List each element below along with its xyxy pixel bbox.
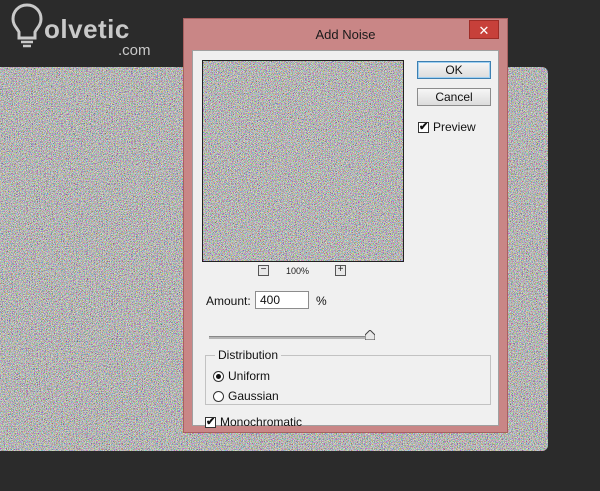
zoom-in-button[interactable]: + (335, 265, 346, 276)
cancel-button[interactable]: Cancel (417, 88, 491, 106)
zoom-in-icon: + (338, 264, 344, 275)
amount-unit: % (316, 294, 327, 308)
ok-button[interactable]: OK (417, 61, 491, 79)
preview-checkbox[interactable]: ✔ (418, 122, 429, 133)
slider-thumb-icon[interactable] (365, 330, 375, 340)
amount-label: Amount: (206, 294, 251, 308)
zoom-level: 100% (286, 266, 309, 276)
amount-input[interactable]: 400 (255, 291, 309, 309)
monochromatic-checkbox[interactable]: ✔ (205, 417, 216, 428)
add-noise-dialog: Add Noise ✕ − 100% + (183, 18, 508, 433)
preview-noise-texture (203, 61, 403, 261)
bulb-logo-icon (10, 2, 44, 48)
dialog-title: Add Noise (184, 27, 507, 42)
zoom-out-icon: − (261, 264, 267, 275)
watermark-suffix: .com (118, 42, 151, 59)
radio-selected-dot (216, 374, 221, 379)
distribution-legend: Distribution (215, 348, 281, 362)
watermark-brand: olvetic (44, 14, 130, 45)
dialog-body: − 100% + OK Cancel ✔ Preview Amount: 400… (192, 50, 499, 426)
uniform-radio[interactable] (213, 371, 224, 382)
preview-zoom-controls: − 100% + (202, 265, 402, 279)
gaussian-radio[interactable] (213, 391, 224, 402)
checkmark-icon: ✔ (206, 415, 215, 428)
amount-slider-track[interactable] (209, 336, 375, 339)
close-button[interactable]: ✕ (469, 20, 499, 39)
dialog-titlebar[interactable]: Add Noise ✕ (184, 19, 507, 49)
zoom-out-button[interactable]: − (258, 265, 269, 276)
preview-label: Preview (433, 120, 476, 134)
uniform-label: Uniform (228, 369, 270, 383)
solvetic-watermark: olvetic .com (6, 2, 156, 62)
monochromatic-label: Monochromatic (220, 415, 302, 429)
close-icon: ✕ (479, 23, 490, 38)
gaussian-label: Gaussian (228, 389, 279, 403)
noise-preview[interactable] (202, 60, 404, 262)
checkmark-icon: ✔ (419, 120, 428, 133)
